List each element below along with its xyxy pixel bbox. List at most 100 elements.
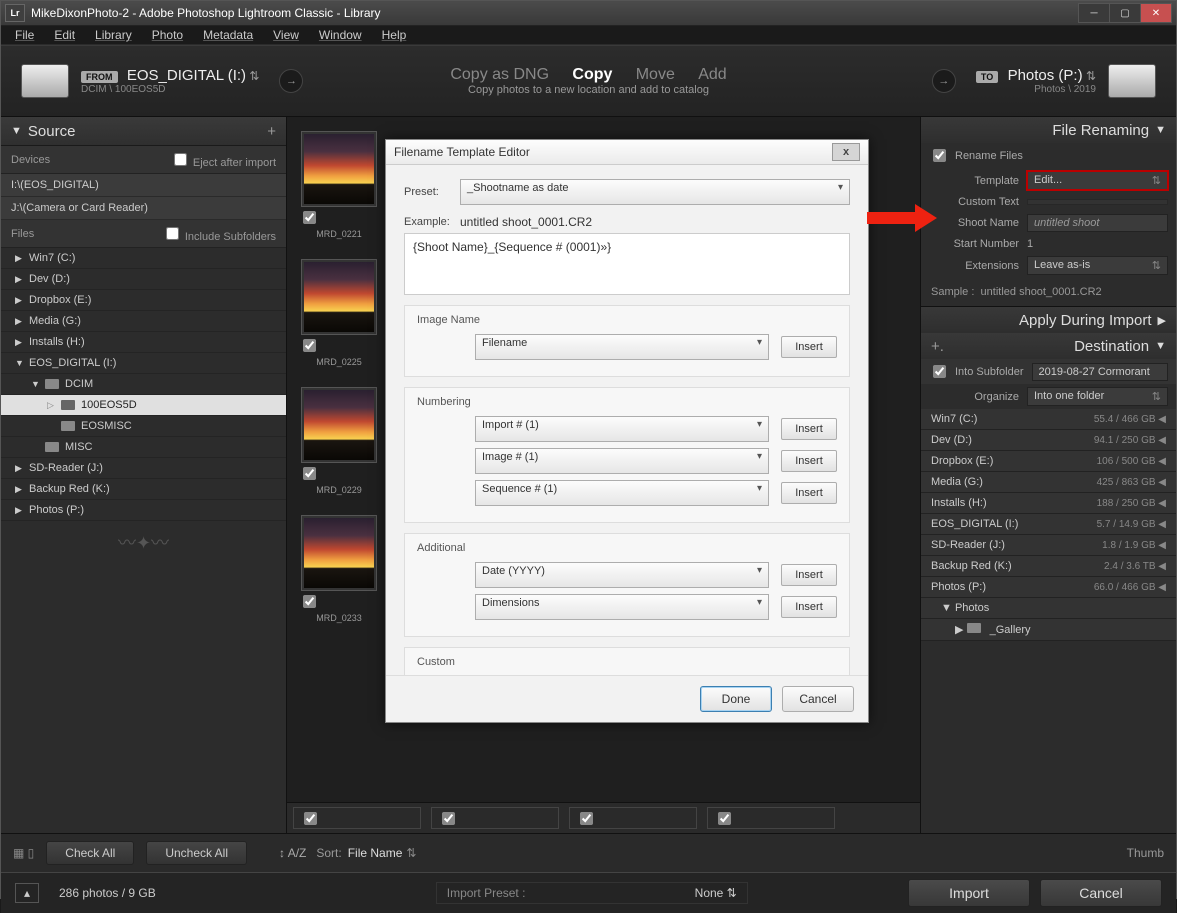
thumbnail[interactable]: MRD_0221 xyxy=(301,131,377,251)
from-arrow-icon[interactable]: → xyxy=(279,69,303,93)
extensions-dropdown[interactable]: Leave as-is⇅ xyxy=(1027,256,1168,275)
dest-drive-row[interactable]: Media (G:)425 / 863 GB ◀ xyxy=(921,472,1176,493)
menu-view[interactable]: View xyxy=(263,27,309,43)
drive-row[interactable]: ▶Media (G:) xyxy=(1,311,286,332)
thumb-checkbox[interactable] xyxy=(303,211,316,224)
drive-row[interactable]: ▶Backup Red (K:) xyxy=(1,479,286,500)
numbering-dropdown-2[interactable]: Image # (1) xyxy=(475,448,769,474)
menu-file[interactable]: File xyxy=(5,27,44,43)
minimize-button[interactable]: ─ xyxy=(1078,3,1110,23)
dest-drive-row[interactable]: Dropbox (E:)106 / 500 GB ◀ xyxy=(921,451,1176,472)
device-item[interactable]: J:\(Camera or Card Reader) xyxy=(1,197,286,220)
menu-edit[interactable]: Edit xyxy=(44,27,85,43)
insert-button[interactable]: Insert xyxy=(781,482,837,504)
menu-metadata[interactable]: Metadata xyxy=(193,27,263,43)
dest-drive-row[interactable]: Win7 (C:)55.4 / 466 GB ◀ xyxy=(921,409,1176,430)
filmstrip-cell[interactable] xyxy=(569,807,697,829)
footer-bar: ▴ 286 photos / 9 GB Import Preset : None… xyxy=(1,872,1176,913)
thumbnail[interactable]: MRD_0225 xyxy=(301,259,377,379)
thumb-checkbox[interactable] xyxy=(303,595,316,608)
done-button[interactable]: Done xyxy=(700,686,772,712)
drive-row-eos[interactable]: ▼EOS_DIGITAL (I:) xyxy=(1,353,286,374)
menu-library[interactable]: Library xyxy=(85,27,142,43)
insert-button[interactable]: Insert xyxy=(781,564,837,586)
organize-dropdown[interactable]: Into one folder⇅ xyxy=(1027,387,1168,406)
into-subfolder-checkbox[interactable] xyxy=(933,365,946,378)
additional-dropdown-1[interactable]: Date (YYYY) xyxy=(475,562,769,588)
grid-view-icon[interactable]: ▦ ▯ xyxy=(13,846,34,860)
uncheck-all-button[interactable]: Uncheck All xyxy=(146,841,247,865)
insert-button[interactable]: Insert xyxy=(781,450,837,472)
destination-header[interactable]: +.Destination▼ xyxy=(921,333,1176,359)
insert-button[interactable]: Insert xyxy=(781,596,837,618)
dest-tree-photos[interactable]: ▼ Photos xyxy=(921,598,1176,619)
filmstrip-cell[interactable] xyxy=(293,807,421,829)
window-titlebar: Lr MikeDixonPhoto-2 - Adobe Photoshop Li… xyxy=(1,1,1176,26)
drive-row[interactable]: ▶SD-Reader (J:) xyxy=(1,458,286,479)
mode-copy-dng[interactable]: Copy as DNG xyxy=(450,66,549,83)
drive-row[interactable]: ▶Win7 (C:) xyxy=(1,248,286,269)
drive-row[interactable]: ▶Dropbox (E:) xyxy=(1,290,286,311)
eject-checkbox[interactable] xyxy=(174,153,187,166)
to-drive[interactable]: Photos (P:) xyxy=(1008,67,1083,84)
insert-button[interactable]: Insert xyxy=(781,418,837,440)
menu-window[interactable]: Window xyxy=(309,27,372,43)
folder-eosmisc[interactable]: EOSMISC xyxy=(1,416,286,437)
numbering-dropdown-3[interactable]: Sequence # (1) xyxy=(475,480,769,506)
device-item[interactable]: I:\(EOS_DIGITAL) xyxy=(1,174,286,197)
shoot-name-field[interactable]: untitled shoot xyxy=(1027,214,1168,232)
menu-help[interactable]: Help xyxy=(372,27,417,43)
from-drive[interactable]: EOS_DIGITAL (I:) xyxy=(127,67,246,84)
mode-move[interactable]: Move xyxy=(636,66,675,83)
dest-drive-row[interactable]: SD-Reader (J:)1.8 / 1.9 GB ◀ xyxy=(921,535,1176,556)
expand-filmstrip-button[interactable]: ▴ xyxy=(15,883,39,903)
dest-drive-icon xyxy=(1108,64,1156,98)
to-arrow-icon[interactable]: → xyxy=(932,69,956,93)
template-textbox[interactable]: {Shoot Name}_{Sequence # (0001)»} xyxy=(404,233,850,295)
close-button[interactable]: ✕ xyxy=(1140,3,1172,23)
mode-copy[interactable]: Copy xyxy=(572,66,612,83)
folder-100eos5d[interactable]: ▷100EOS5D xyxy=(1,395,286,416)
dest-drive-row[interactable]: Installs (H:)188 / 250 GB ◀ xyxy=(921,493,1176,514)
dest-drive-row[interactable]: EOS_DIGITAL (I:)5.7 / 14.9 GB ◀ xyxy=(921,514,1176,535)
start-number-value[interactable]: 1 xyxy=(1027,238,1033,250)
include-subfolders-checkbox[interactable] xyxy=(166,227,179,240)
dest-drive-row[interactable]: Photos (P:)66.0 / 466 GB ◀ xyxy=(921,577,1176,598)
sort-order-icon[interactable]: ↕ A/Z xyxy=(279,846,306,860)
menu-photo[interactable]: Photo xyxy=(142,27,193,43)
dialog-cancel-button[interactable]: Cancel xyxy=(782,686,854,712)
rename-files-checkbox[interactable] xyxy=(933,149,946,162)
dialog-close-button[interactable]: x xyxy=(832,143,860,161)
preset-dropdown[interactable]: _Shootname as date xyxy=(460,179,850,205)
import-button[interactable]: Import xyxy=(908,879,1030,907)
image-name-dropdown[interactable]: Filename xyxy=(475,334,769,360)
source-panel-header[interactable]: ▼Source+ xyxy=(1,117,286,146)
cancel-button[interactable]: Cancel xyxy=(1040,879,1162,907)
sort-dropdown[interactable]: File Name xyxy=(348,846,403,860)
thumbnail[interactable]: MRD_0229 xyxy=(301,387,377,507)
filmstrip-cell[interactable] xyxy=(707,807,835,829)
thumb-checkbox[interactable] xyxy=(303,339,316,352)
additional-dropdown-2[interactable]: Dimensions xyxy=(475,594,769,620)
folder-misc[interactable]: MISC xyxy=(1,437,286,458)
thumb-checkbox[interactable] xyxy=(303,467,316,480)
drive-row[interactable]: ▶Dev (D:) xyxy=(1,269,286,290)
thumbnail[interactable]: MRD_0233 xyxy=(301,515,377,635)
numbering-dropdown-1[interactable]: Import # (1) xyxy=(475,416,769,442)
check-all-button[interactable]: Check All xyxy=(46,841,134,865)
dest-drive-row[interactable]: Backup Red (K:)2.4 / 3.6 TB ◀ xyxy=(921,556,1176,577)
file-renaming-header[interactable]: File Renaming▼ xyxy=(921,117,1176,143)
maximize-button[interactable]: ▢ xyxy=(1109,3,1141,23)
filmstrip-cell[interactable] xyxy=(431,807,559,829)
drive-row[interactable]: ▶Installs (H:) xyxy=(1,332,286,353)
dest-drive-row[interactable]: Dev (D:)94.1 / 250 GB ◀ xyxy=(921,430,1176,451)
mode-add[interactable]: Add xyxy=(698,66,726,83)
subfolder-name-field[interactable]: 2019-08-27 Cormorant xyxy=(1032,363,1169,381)
import-preset-dropdown[interactable]: None ⇅ xyxy=(695,886,737,900)
drive-row[interactable]: ▶Photos (P:) xyxy=(1,500,286,521)
apply-during-import-header[interactable]: Apply During Import▶ xyxy=(921,307,1176,333)
template-dropdown[interactable]: Edit...⇅ xyxy=(1027,171,1168,190)
folder-dcim[interactable]: ▼DCIM xyxy=(1,374,286,395)
dest-tree-gallery[interactable]: ▶ _Gallery xyxy=(921,619,1176,641)
insert-button[interactable]: Insert xyxy=(781,336,837,358)
